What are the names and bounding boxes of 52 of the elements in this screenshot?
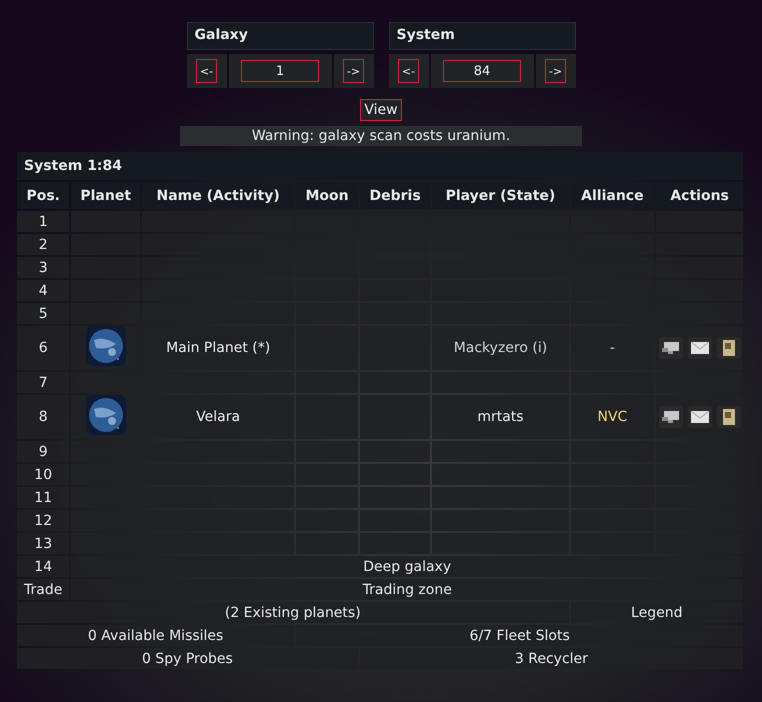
table-cell: 0 Available Missiles <box>17 625 294 646</box>
table-cell: Deep galaxy <box>71 556 743 577</box>
number-field[interactable]: 1 <box>241 60 319 82</box>
alliance-name: NVC <box>597 409 628 425</box>
alliance-name: - <box>610 340 615 356</box>
table-cell: 2 <box>17 234 70 255</box>
table-cell: 3 <box>17 257 70 278</box>
player-name[interactable]: mrtats <box>477 409 524 425</box>
table-cell: 5 <box>17 303 70 324</box>
column-header: Debris <box>360 182 430 209</box>
table-cell: 1 <box>17 211 70 232</box>
table-cell: 12 <box>17 510 70 531</box>
view-button[interactable]: View <box>360 99 402 121</box>
table-cell: 10 <box>17 464 70 485</box>
table-cell: 4 <box>17 280 70 301</box>
table-cell: Trade <box>17 579 70 600</box>
column-header: Player (State) <box>432 182 569 209</box>
table-cell: 3 Recycler <box>360 648 743 669</box>
document-icon[interactable] <box>716 406 741 428</box>
column-header: Planet <box>71 182 140 209</box>
monitor-icon[interactable] <box>658 337 683 359</box>
previous-button[interactable]: <- <box>196 59 218 83</box>
legend-link[interactable]: Legend <box>570 602 743 623</box>
table-cell: 6 <box>17 326 70 370</box>
column-header: Name (Activity) <box>142 182 294 209</box>
table-cell: 0 Spy Probes <box>17 648 358 669</box>
planet-name[interactable]: Velara <box>196 409 240 425</box>
next-button[interactable]: -> <box>544 59 566 83</box>
envelope-icon[interactable] <box>688 337 712 359</box>
table-cell: 11 <box>17 487 70 508</box>
monitor-icon[interactable] <box>658 406 683 428</box>
table-cell: 6/7 Fleet Slots <box>296 625 743 646</box>
previous-button[interactable]: <- <box>398 59 420 83</box>
table-cell: 7 <box>17 372 70 393</box>
table-cell: 13 <box>17 533 70 554</box>
system-title: System 1:84 <box>17 152 743 180</box>
table-cell: 9 <box>17 441 70 462</box>
column-header: Moon <box>296 182 358 209</box>
warning-text: Warning: galaxy scan costs uranium. <box>180 126 582 146</box>
column-header: Alliance <box>570 182 654 209</box>
table-cell: 8 <box>17 395 70 439</box>
next-button[interactable]: -> <box>342 59 364 83</box>
selector-title: Galaxy <box>186 22 374 50</box>
selector-title: System <box>388 22 576 50</box>
number-field[interactable]: 84 <box>443 60 521 82</box>
document-icon[interactable] <box>716 337 741 359</box>
envelope-icon[interactable] <box>688 406 712 428</box>
table-cell: Trading zone <box>71 579 743 600</box>
column-header: Actions <box>656 182 743 209</box>
table-cell: (2 Existing planets) <box>17 602 569 623</box>
table-cell: 14 <box>17 556 70 577</box>
column-header: Pos. <box>17 182 70 209</box>
